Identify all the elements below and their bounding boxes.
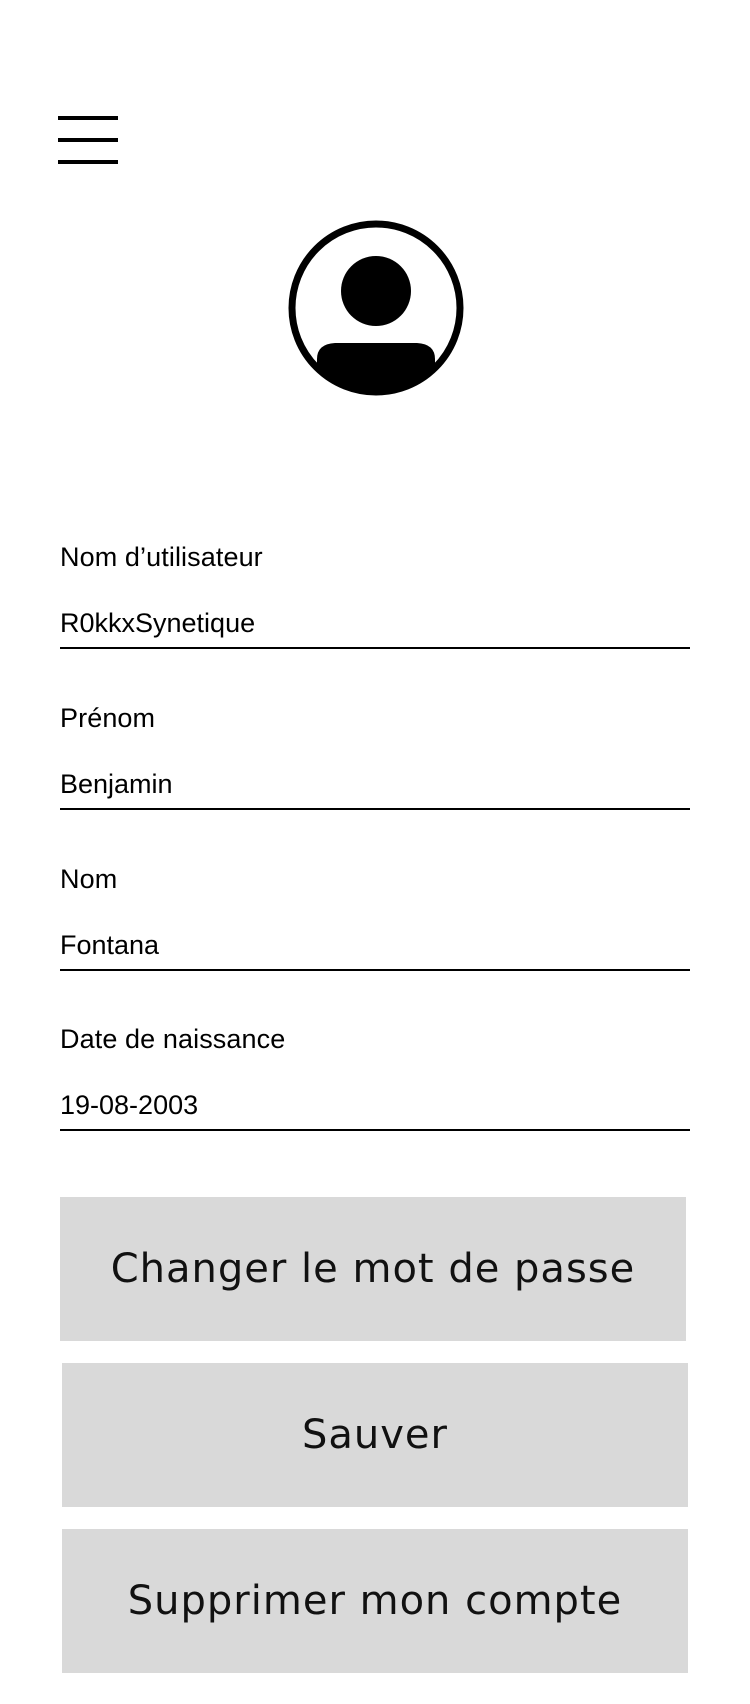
menu-button[interactable] <box>58 112 122 168</box>
last-name-underline <box>60 969 690 971</box>
hamburger-menu-icon <box>58 116 118 164</box>
user-profile-icon <box>288 220 464 396</box>
birth-date-label: Date de naissance <box>60 1024 286 1054</box>
first-name-input[interactable] <box>60 764 690 804</box>
username-underline <box>60 647 690 649</box>
first-name-underline <box>60 808 690 810</box>
last-name-field: Nom <box>60 863 690 993</box>
avatar[interactable] <box>287 219 465 397</box>
save-button[interactable]: Sauver <box>62 1363 688 1507</box>
username-input[interactable] <box>60 603 690 643</box>
birth-date-field: Date de naissance <box>60 1023 690 1153</box>
username-label: Nom d’utilisateur <box>60 542 263 572</box>
username-field: Nom d’utilisateur <box>60 541 690 671</box>
change-password-button[interactable]: Changer le mot de passe <box>60 1197 686 1341</box>
birth-date-underline <box>60 1129 690 1131</box>
last-name-label: Nom <box>60 864 118 894</box>
birth-date-input[interactable] <box>60 1085 690 1125</box>
first-name-field: Prénom <box>60 702 690 832</box>
delete-account-button[interactable]: Supprimer mon compte <box>62 1529 688 1673</box>
last-name-input[interactable] <box>60 925 690 965</box>
first-name-label: Prénom <box>60 703 156 733</box>
